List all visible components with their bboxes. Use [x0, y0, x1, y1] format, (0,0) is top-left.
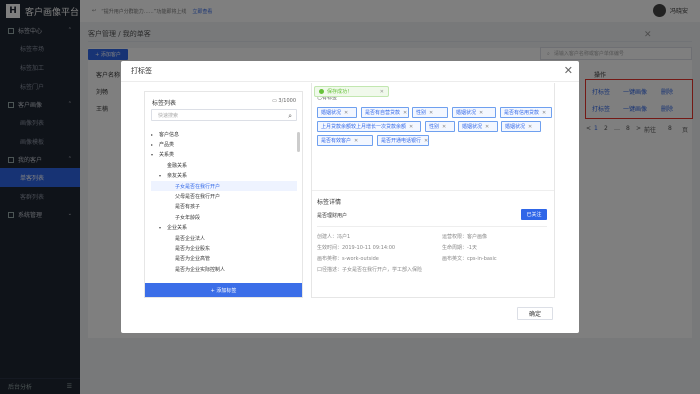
tree-node-label: 是否为企业实际控制人: [175, 266, 226, 273]
tree-node[interactable]: ▾ 亲友关系: [151, 171, 297, 181]
caret-icon[interactable]: ▸: [151, 142, 159, 147]
divider: [312, 190, 554, 191]
follow-button[interactable]: 已关注: [521, 209, 547, 220]
info-permission: 运营权限：客户画像: [442, 234, 488, 240]
tag-modal: 打标签 ✕ 标签列表 ▭ 3/1000 快速搜索 ⌕ ▸ 客户信息 ▸ 产品类 ▾ 关系类…: [121, 61, 579, 333]
tag-list-title: 标签列表: [152, 100, 177, 107]
tag-chip-label: 是否有自营贷款: [365, 110, 401, 116]
remove-tag-icon[interactable]: ✕: [409, 124, 413, 130]
tag-chip[interactable]: 上月贷款余额较上月增长一次贷款余额 ✕: [317, 121, 421, 132]
info-creator: 创建人：冯户1: [317, 234, 351, 240]
remove-tag-icon[interactable]: ✕: [424, 138, 428, 144]
remove-tag-icon[interactable]: ✕: [528, 124, 532, 130]
tree-node-label: 金融关系: [167, 162, 188, 169]
tag-chip-label: 婚姻状况: [505, 124, 526, 130]
close-icon[interactable]: ✕: [564, 64, 573, 77]
search-icon[interactable]: ⌕: [288, 112, 292, 121]
tag-chip[interactable]: 婚姻状况 ✕: [501, 121, 541, 132]
remove-tag-icon[interactable]: ✕: [479, 110, 483, 116]
tag-chip-label: 婚姻状况: [462, 124, 483, 130]
remove-tag-icon[interactable]: ✕: [485, 124, 489, 130]
tag-list-panel: 标签列表 ▭ 3/1000 快速搜索 ⌕ ▸ 客户信息 ▸ 产品类 ▾ 关系类 金融关系 ▾ 亲…: [144, 91, 303, 298]
remove-tag-icon[interactable]: ✕: [354, 138, 358, 144]
caret-icon[interactable]: ▾: [159, 173, 167, 178]
tag-chip-label: 性别: [416, 110, 427, 116]
tree-node-label: 子女年龄段: [175, 214, 201, 221]
tag-chip-label: 是否开通电话银行: [381, 138, 422, 144]
tag-chip-label: 上月贷款余额较上月增长一次贷款余额: [321, 124, 407, 130]
tag-chip-label: 性别: [429, 124, 440, 130]
tree-node[interactable]: 是否为企业股东: [151, 243, 297, 253]
tree-node-label: 是否有孩子: [175, 204, 201, 211]
tree-node-label: 是否为企业高管: [175, 256, 211, 263]
tag-chip[interactable]: 婚姻状况 ✕: [458, 121, 498, 132]
tree-node-label: 父母是否在我行开户: [175, 194, 221, 201]
tree-node-label: 关系类: [159, 152, 175, 159]
divider: [317, 226, 547, 227]
remove-tag-icon[interactable]: ✕: [542, 110, 546, 116]
detail-name: 是否理财用户: [317, 213, 348, 219]
modal-header: 打标签: [121, 61, 579, 82]
tree-node[interactable]: 是否为企业高管: [151, 254, 297, 264]
tree-node-label: 亲友关系: [167, 173, 188, 180]
info-description: 口径描述：子女是否在我行开户，学工部入保险: [317, 267, 423, 273]
detail-title: 标签详情: [317, 199, 342, 206]
tag-count: ▭ 3/1000: [272, 98, 296, 104]
tree-node[interactable]: 是否为企业实际控制人: [151, 264, 297, 274]
tag-tree: ▸ 客户信息 ▸ 产品类 ▾ 关系类 金融关系 ▾ 亲友关系 子女是否在我行开户 父母是否在我行开户…: [151, 129, 297, 283]
tree-node[interactable]: 父母是否在我行开户: [151, 191, 297, 201]
tag-search-input[interactable]: 快速搜索 ⌕: [151, 109, 297, 121]
remove-tag-icon[interactable]: ✕: [429, 110, 433, 116]
tag-detail-panel: 已有标签 婚姻状况 ✕ 是否有自营贷款 ✕ 性别 ✕ 婚姻状况 ✕ 是否有信用贷款 ✕ 上月贷款余额…: [311, 83, 555, 298]
tag-chip-label: 婚姻状况: [321, 110, 342, 116]
info-canvas-name: 画布英称：s-work-outside: [317, 256, 379, 262]
tag-chip[interactable]: 是否有信用贷款 ✕: [500, 107, 552, 118]
tree-node[interactable]: 子女年龄段: [151, 212, 297, 222]
remove-tag-icon[interactable]: ✕: [442, 124, 446, 130]
tree-node-label: 产品类: [159, 142, 175, 149]
tree-node-label: 客户信息: [159, 131, 180, 138]
modal-title: 打标签: [131, 67, 152, 75]
remove-tag-icon[interactable]: ✕: [344, 110, 348, 116]
tag-chip[interactable]: 是否有自营贷款 ✕: [361, 107, 409, 118]
close-icon[interactable]: ✕: [380, 89, 384, 95]
tree-node[interactable]: ▸ 客户信息: [151, 129, 297, 139]
tree-node-label: 企业关系: [167, 225, 188, 232]
info-canvas-en: 画布英文：cps-in-basic: [442, 256, 497, 262]
confirm-button[interactable]: 确定: [517, 307, 553, 320]
tag-chip-label: 婚姻状况: [456, 110, 477, 116]
tree-node[interactable]: 子女是否在我行开户: [151, 180, 297, 192]
tag-chip[interactable]: 性别 ✕: [425, 121, 455, 132]
tree-node-label: 子女是否在我行开户: [175, 183, 221, 190]
tree-node-label: 是否企业法人: [175, 235, 206, 242]
tree-node[interactable]: 金融关系: [151, 160, 297, 170]
add-tag-button[interactable]: + 添加标签: [145, 283, 302, 297]
tag-chip[interactable]: 是否开通电话银行 ✕: [377, 135, 429, 146]
info-lifecycle: 生命周期：-1天: [442, 245, 477, 251]
tree-node-label: 是否为企业股东: [175, 245, 211, 252]
success-toast: 保存成功！ ✕: [314, 86, 389, 97]
tree-node[interactable]: ▸ 产品类: [151, 139, 297, 149]
caret-icon[interactable]: ▾: [159, 225, 167, 230]
info-effective-time: 生效时间：2019-10-11 09:14:00: [317, 245, 396, 251]
tag-chip[interactable]: 性别 ✕: [412, 107, 448, 118]
scrollbar[interactable]: [297, 132, 300, 152]
tree-node[interactable]: ▾ 关系类: [151, 150, 297, 160]
tag-chip[interactable]: 婚姻状况 ✕: [317, 107, 357, 118]
tag-chip-label: 是否有效客户: [321, 138, 352, 144]
tree-node[interactable]: 是否有孩子: [151, 202, 297, 212]
caret-icon[interactable]: ▸: [151, 132, 159, 137]
tree-node[interactable]: ▾ 企业关系: [151, 223, 297, 233]
tag-chip[interactable]: 婚姻状况 ✕: [452, 107, 496, 118]
success-icon: [319, 89, 324, 94]
tag-chip-label: 是否有信用贷款: [504, 110, 540, 116]
remove-tag-icon[interactable]: ✕: [403, 110, 407, 116]
tag-chip[interactable]: 是否有效客户 ✕: [317, 135, 373, 146]
caret-icon[interactable]: ▾: [151, 152, 159, 157]
tree-node[interactable]: 是否企业法人: [151, 233, 297, 243]
